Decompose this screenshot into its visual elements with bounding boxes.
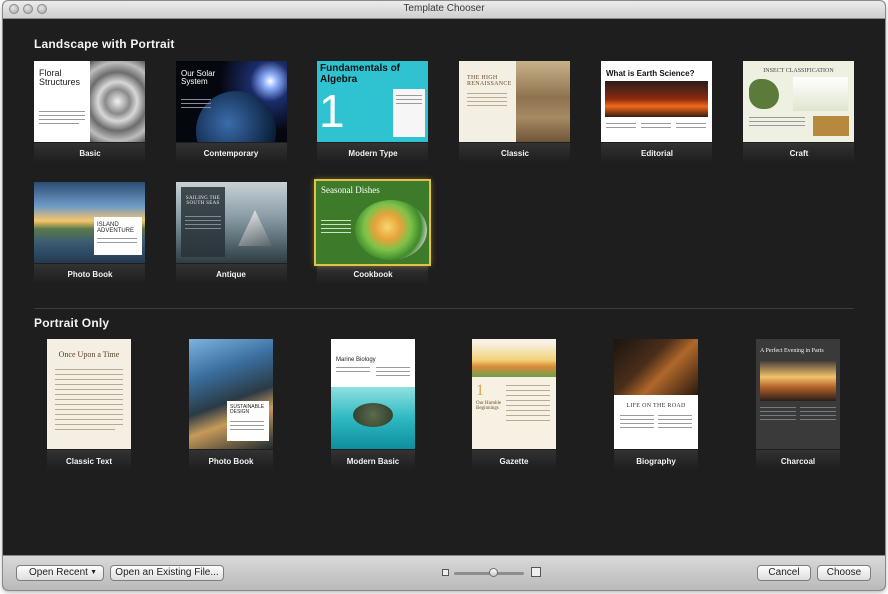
template-heading: Seasonal Dishes — [321, 185, 380, 195]
chapter-number: 1 — [319, 85, 345, 137]
chapter-number: 1 — [476, 382, 484, 399]
choose-button[interactable]: Choose — [817, 565, 871, 581]
template-label-cookbook: Cookbook — [353, 270, 393, 279]
template-heading: Once Upon a Time — [58, 350, 120, 359]
fresco-photo — [516, 61, 570, 142]
section-heading-portrait: Portrait Only — [34, 316, 110, 330]
template-gazette[interactable]: 1 Our Humble Beginnings — [472, 339, 556, 449]
template-biography[interactable]: LIFE ON THE ROAD — [614, 339, 698, 449]
ship-illustration — [238, 210, 272, 246]
section-divider — [34, 308, 854, 309]
template-photo-book-portrait[interactable]: SUSTAINABLE DESIGN — [189, 339, 273, 449]
zoom-in-icon[interactable] — [531, 567, 541, 577]
zoom-slider-knob[interactable] — [488, 568, 498, 577]
chevron-down-icon: ▼ — [90, 569, 97, 576]
open-recent-label: Open Recent — [29, 567, 88, 578]
volcano-photo — [605, 81, 708, 117]
section-heading-landscape: Landscape with Portrait — [34, 37, 175, 51]
dish-photo — [355, 200, 427, 260]
template-heading: ISLAND ADVENTURE — [97, 222, 135, 235]
template-classic-text[interactable]: Once Upon a Time — [47, 339, 131, 449]
template-heading: INSECT CLASSIFICATION — [763, 68, 834, 74]
template-heading: A Perfect Evening in Paris — [760, 348, 824, 354]
template-label-photo-book-landscape: Photo Book — [67, 270, 113, 279]
template-heading: Our Humble Beginnings — [476, 401, 502, 412]
template-label-modern-type: Modern Type — [348, 149, 398, 158]
template-heading: LIFE ON THE ROAD — [626, 403, 686, 409]
open-recent-button[interactable]: Open Recent ▼ — [16, 565, 104, 581]
window-title: Template Chooser — [403, 3, 485, 14]
template-label-biography: Biography — [636, 457, 676, 466]
template-label-charcoal: Charcoal — [780, 457, 816, 466]
template-label-editorial: Editorial — [640, 149, 673, 158]
template-label-craft: Craft — [789, 149, 809, 158]
template-modern-basic[interactable]: Marine Biology — [331, 339, 415, 449]
template-heading: THE HIGH RENAISSANCE — [467, 75, 512, 88]
bottom-toolbar: Open Recent ▼ Open an Existing File... C… — [3, 555, 885, 590]
title-bar: Template Chooser — [3, 1, 885, 19]
template-editorial[interactable]: What is Earth Science? — [601, 61, 712, 142]
template-label-classic-text: Classic Text — [65, 457, 113, 466]
leaf-illustration — [749, 79, 779, 109]
template-heading: Floral Structures — [39, 68, 81, 88]
template-basic[interactable]: Floral Structures — [34, 61, 145, 142]
open-existing-file-button[interactable]: Open an Existing File... — [110, 565, 224, 581]
template-chooser-window: Template Chooser Landscape with Portrait… — [3, 1, 885, 590]
template-charcoal[interactable]: A Perfect Evening in Paris — [756, 339, 840, 449]
zoom-out-icon[interactable] — [442, 569, 449, 576]
template-heading: SAILING THE SOUTH SEAS — [185, 196, 221, 207]
template-cookbook[interactable]: Seasonal Dishes — [314, 179, 431, 266]
template-modern-type[interactable]: Fundamentals of Algebra 1 — [317, 61, 428, 142]
paris-photo — [760, 361, 836, 401]
template-heading: Marine Biology — [336, 357, 376, 363]
cancel-button[interactable]: Cancel — [757, 565, 811, 581]
template-label-gazette: Gazette — [499, 457, 529, 466]
template-heading: Our Solar System — [181, 69, 216, 87]
flower-photo — [90, 61, 145, 142]
template-label-modern-basic: Modern Basic — [346, 457, 400, 466]
template-photo-book-landscape[interactable]: ISLAND ADVENTURE — [34, 182, 145, 263]
template-label-photo-book-portrait: Photo Book — [208, 457, 254, 466]
template-label-antique: Antique — [216, 270, 246, 279]
template-classic[interactable]: THE HIGH RENAISSANCE — [459, 61, 570, 142]
template-contemporary[interactable]: Our Solar System — [176, 61, 287, 142]
template-label-contemporary: Contemporary — [203, 149, 259, 158]
template-label-classic: Classic — [500, 149, 530, 158]
template-heading: SUSTAINABLE DESIGN — [230, 404, 265, 416]
template-gallery: Landscape with Portrait Floral Structure… — [3, 19, 885, 555]
template-label-basic: Basic — [79, 149, 101, 158]
template-craft[interactable]: INSECT CLASSIFICATION — [743, 61, 854, 142]
template-antique[interactable]: SAILING THE SOUTH SEAS — [176, 182, 287, 263]
guitar-photo — [614, 339, 698, 395]
town-illustration — [472, 343, 556, 377]
template-heading: What is Earth Science? — [606, 69, 695, 78]
template-heading: Fundamentals of Algebra — [320, 63, 401, 85]
